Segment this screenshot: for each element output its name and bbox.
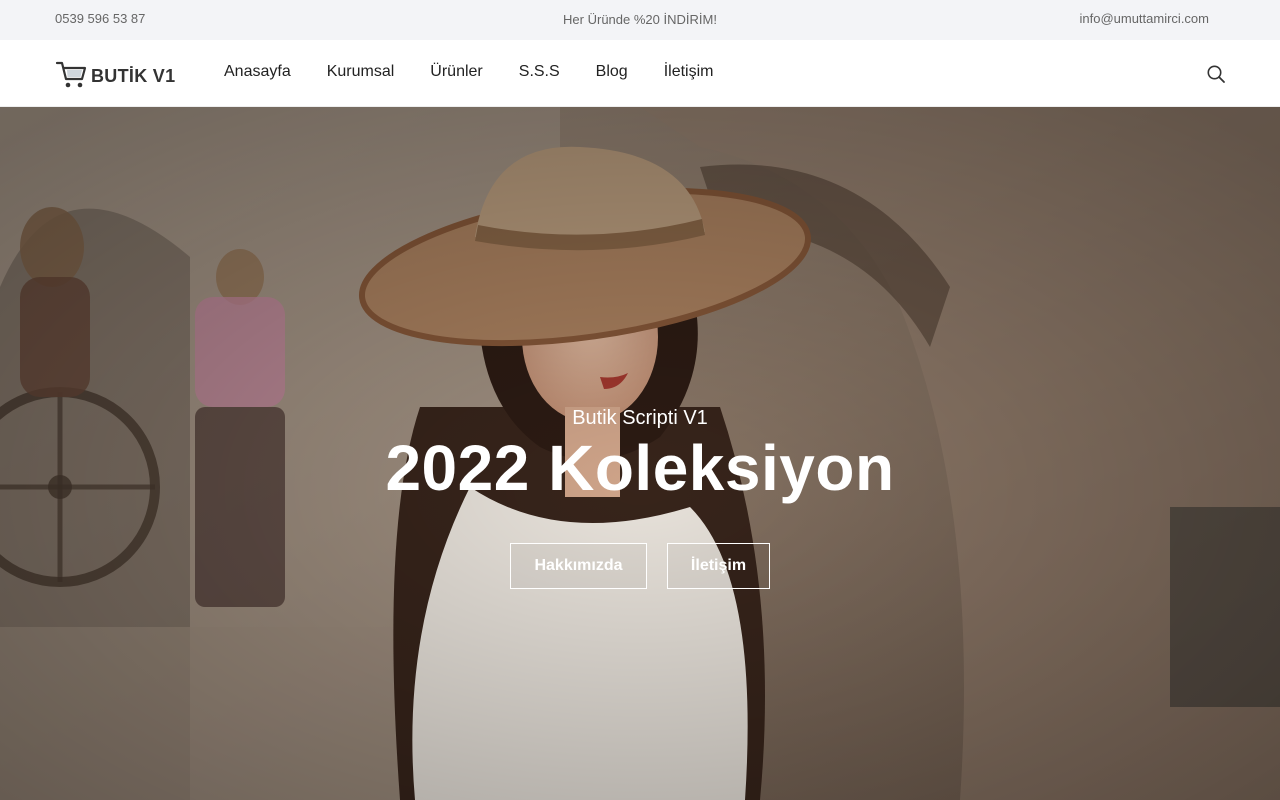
- shopping-cart-icon: [55, 58, 87, 95]
- hero-buttons: Hakkımızda İletişim: [0, 543, 1280, 589]
- main-nav: Anasayfa Kurumsal Ürünler S.S.S Blog İle…: [224, 63, 749, 81]
- top-info-bar: 0539 596 53 87 Her Üründe %20 İNDİRİM! i…: [0, 0, 1280, 40]
- hero-subtitle: Butik Scripti V1: [572, 407, 708, 429]
- email-link[interactable]: info@umuttamirci.com: [1079, 11, 1209, 26]
- nav-item-kurumsal[interactable]: Kurumsal: [327, 63, 395, 81]
- hero-title: 2022 Koleksiyon: [385, 432, 895, 504]
- about-button[interactable]: Hakkımızda: [510, 543, 647, 589]
- nav-item-iletisim[interactable]: İletişim: [664, 63, 714, 81]
- nav-item-sss[interactable]: S.S.S: [519, 63, 560, 81]
- contact-button[interactable]: İletişim: [667, 543, 770, 589]
- nav-item-anasayfa[interactable]: Anasayfa: [224, 63, 291, 81]
- logo-text: BUTİK V1: [91, 66, 176, 86]
- hero-slider: Butik Scripti V1 2022 Koleksiyon Hakkımı…: [0, 107, 1280, 800]
- main-header: BUTİK V1 Anasayfa Kurumsal Ürünler S.S.S…: [0, 40, 1280, 107]
- nav-item-urunler[interactable]: Ürünler: [430, 63, 482, 81]
- site-logo[interactable]: BUTİK V1: [55, 58, 175, 95]
- nav-item-blog[interactable]: Blog: [596, 63, 628, 81]
- search-icon[interactable]: [1206, 64, 1226, 84]
